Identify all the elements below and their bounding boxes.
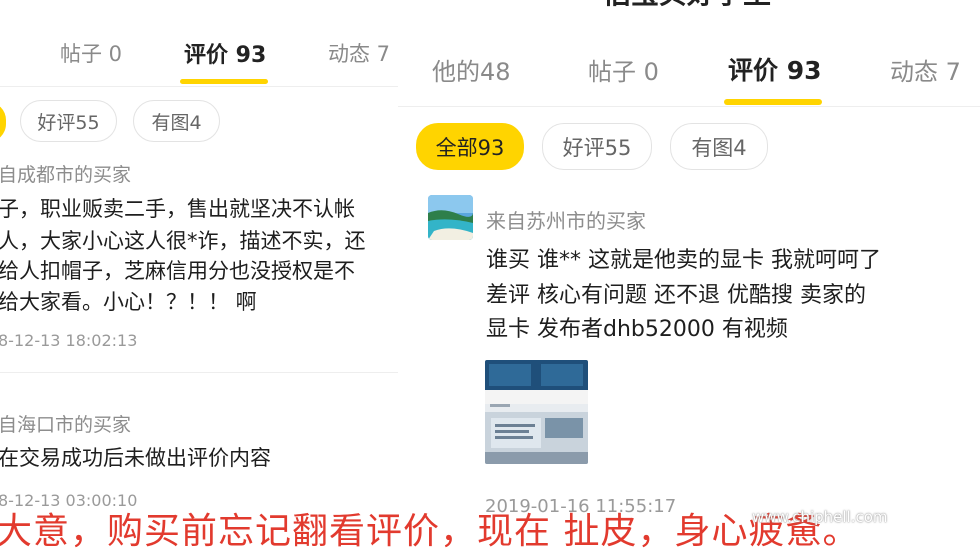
review-text-line: 差评 核心有问题 还不退 优酷搜 卖家的 (486, 283, 866, 308)
tab-posts[interactable]: 帖子 0 (588, 52, 659, 87)
review-text-line: 谁买 谁** 这就是他卖的显卡 我就呵呵了 (486, 248, 881, 273)
watermark-url-text: www.chiphell.com (752, 508, 888, 526)
review-text-line: 在交易成功后未做出评价内容 (0, 446, 271, 470)
screenshot-thumbnail-image (485, 360, 588, 464)
review-location: 自海口市的买家 (0, 414, 132, 436)
review-location: 自成都市的买家 (0, 164, 132, 186)
tab-his-items[interactable]: 他的48 (432, 52, 511, 87)
review-timestamp: 8-12-13 18:02:13 (0, 331, 138, 350)
filter-chip-all-partial[interactable] (0, 102, 6, 142)
top-navigation-bar: 估宝贝好学生 (398, 0, 980, 10)
tab-reviews[interactable]: 评价 93 (728, 51, 822, 87)
tabs-divider (0, 86, 398, 87)
tab-posts[interactable]: 帖子 0 (60, 38, 122, 68)
filter-chip-positive[interactable]: 好评55 (542, 123, 652, 170)
left-screenshot-panel: 帖子 0 评价 93 动态 7 好评55 有图4 自成都市的买家 子，职业贩卖二… (0, 0, 398, 551)
review-text-line: 给人扣帽子，芝麻信用分也没授权是不 (0, 259, 355, 283)
filter-chip-positive[interactable]: 好评55 (20, 100, 117, 142)
review-divider (0, 372, 398, 373)
review-photo-thumbnail[interactable] (485, 360, 588, 464)
filter-chip-with-images[interactable]: 有图4 (670, 123, 768, 170)
beach-avatar-image (428, 195, 473, 240)
tab-activity[interactable]: 动态 7 (328, 38, 390, 68)
chiphell-logo-icon (881, 431, 967, 527)
filter-chip-with-images[interactable]: 有图4 (133, 100, 220, 142)
tab-activity[interactable]: 动态 7 (890, 52, 961, 87)
review-text-line: 显卡 发布者dhb52000 有视频 (486, 317, 788, 342)
buyer-avatar[interactable] (428, 195, 473, 240)
review-text-line: 人，大家小心这人很*诈，描述不实，还 (0, 229, 366, 253)
page-title: 估宝贝好学生 (603, 0, 771, 12)
tab-reviews[interactable]: 评价 93 (184, 37, 266, 69)
tabs-divider (398, 106, 980, 107)
active-tab-indicator (724, 99, 822, 105)
review-text-line: 给大家看。小心！？！！ 啊 (0, 290, 257, 314)
filter-chip-all[interactable]: 全部93 (416, 123, 524, 170)
review-text-line: 子，职业贩卖二手，售出就坚决不认帐 (0, 197, 355, 221)
review-location: 来自苏州市的买家 (486, 209, 646, 233)
chiphell-watermark-logo (876, 428, 972, 536)
red-caption-text: 大意，购买前忘记翻看评价，现在 扯皮，身心疲惫。 (0, 511, 860, 551)
active-tab-indicator (180, 79, 268, 84)
